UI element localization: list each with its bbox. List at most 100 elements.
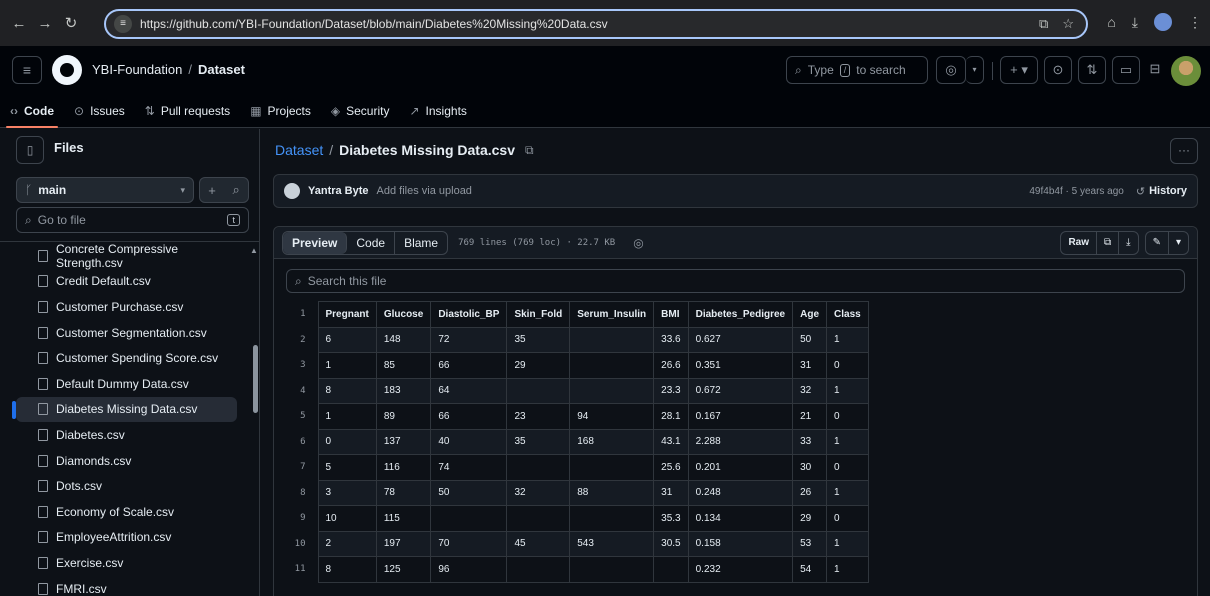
tab-pull-requests[interactable]: ⇅ Pull requests (135, 94, 240, 128)
file-item[interactable]: Diabetes.csv (0, 422, 248, 448)
tab-issues[interactable]: ⊙ Issues (64, 94, 135, 128)
table-cell: 197 (375, 530, 432, 557)
global-search-input[interactable]: ⌕ Type / to search (786, 56, 928, 84)
table-cell: 31 (792, 352, 828, 379)
line-number[interactable]: 4 (282, 378, 318, 404)
go-to-file-input[interactable]: ⌕ Go to file t (16, 207, 249, 233)
line-number[interactable]: 6 (282, 429, 318, 455)
commit-message[interactable]: Add files via upload (377, 185, 472, 197)
notifications-icon[interactable]: ▭ (1112, 56, 1140, 84)
line-number[interactable]: 7 (282, 455, 318, 481)
file-item[interactable]: EmployeeAttrition.csv (0, 525, 248, 551)
profile-avatar[interactable] (1154, 13, 1172, 31)
table-cell: 50 (792, 326, 828, 353)
table-cell: 5 (317, 454, 377, 481)
org-link[interactable]: YBI-Foundation (92, 62, 182, 77)
table-cell (569, 352, 655, 379)
tab-insights-label: Insights (425, 104, 467, 118)
tab-code[interactable]: ‹› Code (0, 94, 64, 128)
line-number[interactable]: 11 (282, 557, 318, 583)
user-avatar[interactable] (1171, 56, 1201, 86)
more-options-icon[interactable]: ··· (1170, 138, 1198, 164)
create-new-button[interactable]: + ▾ (1000, 56, 1038, 84)
search-file-input[interactable]: ⌕ Search this file (286, 269, 1185, 293)
tab-blame[interactable]: Blame (395, 232, 447, 254)
tab-insights[interactable]: ↗ Insights (399, 94, 476, 128)
chevron-down-icon[interactable]: ▾ (1169, 232, 1188, 254)
extensions-icon[interactable]: ⌂ (1107, 14, 1115, 30)
commit-author[interactable]: Yantra Byte (308, 185, 369, 197)
issues-icon[interactable]: ⊙ (1044, 56, 1072, 84)
file-name: FMRI.csv (56, 581, 107, 596)
line-number[interactable]: 9 (282, 506, 318, 532)
table-cell: 40 (430, 428, 508, 455)
csv-table: 1 Pregnant Glucose Diastolic_BP Skin_Fold Ser… (282, 301, 869, 583)
line-number[interactable]: 10 (282, 531, 318, 557)
file-item[interactable]: Credit Default.csv (0, 269, 248, 295)
github-logo-icon[interactable] (52, 55, 82, 85)
download-raw-icon[interactable]: ⤓ (1119, 232, 1137, 254)
table-cell: 26.6 (653, 352, 689, 379)
copilot-icon[interactable]: ◎ (633, 236, 643, 250)
hamburger-menu-icon[interactable]: ≡ (12, 56, 42, 84)
tab-preview[interactable]: Preview (283, 231, 348, 254)
line-number[interactable]: 1 (282, 302, 318, 328)
search-files-icon[interactable]: ⌕ (232, 182, 239, 198)
copy-path-icon[interactable]: ⧉ (525, 143, 534, 158)
column-header: Serum_Insulin (569, 301, 655, 328)
sidebar-scrollbar[interactable] (253, 345, 258, 413)
table-cell: 115 (375, 505, 432, 532)
site-info-icon[interactable]: ≡ (114, 15, 132, 33)
file-item[interactable]: FMRI.csv (0, 576, 248, 596)
commit-meta[interactable]: 49f4b4f · 5 years ago (1029, 186, 1124, 197)
history-button[interactable]: History (1149, 185, 1187, 197)
file-item[interactable]: Concrete Compressive Strength.csv (0, 242, 248, 270)
file-name: Exercise.csv (56, 555, 124, 570)
install-app-icon[interactable]: ⧉ (1039, 16, 1048, 32)
file-item[interactable]: Customer Segmentation.csv (0, 320, 248, 346)
pull-requests-icon[interactable]: ⇅ (1078, 56, 1106, 84)
author-avatar[interactable] (284, 183, 300, 199)
browser-menu-icon[interactable]: ⋮ (1188, 14, 1202, 31)
copilot-dropdown-icon[interactable]: ▾ (966, 56, 984, 84)
download-icon[interactable]: ⤓ (1132, 14, 1138, 31)
table-cell: 30.5 (653, 530, 689, 557)
collapse-panel-icon[interactable]: ▯ (16, 136, 44, 164)
line-number[interactable]: 5 (282, 404, 318, 430)
file-icon (38, 480, 48, 493)
path-repo-link[interactable]: Dataset (275, 142, 323, 158)
back-icon[interactable]: ← (6, 15, 32, 32)
file-item[interactable]: Customer Spending Score.csv (0, 345, 248, 371)
file-name: Default Dummy Data.csv (56, 376, 189, 391)
raw-button[interactable]: Raw (1061, 231, 1098, 254)
repo-link[interactable]: Dataset (198, 62, 245, 77)
forward-icon[interactable]: → (32, 15, 58, 32)
file-list: Concrete Compressive Strength.csv Credit… (0, 242, 248, 596)
table-cell: 8 (317, 556, 377, 583)
address-bar[interactable]: ≡ https://github.com/YBI-Foundation/Data… (104, 9, 1088, 39)
edit-pencil-icon[interactable]: ✎ (1146, 231, 1169, 254)
copy-raw-icon[interactable]: ⧉ (1097, 231, 1120, 254)
url-text[interactable]: https://github.com/YBI-Foundation/Datase… (140, 17, 608, 31)
file-item[interactable]: Economy of Scale.csv (0, 499, 248, 525)
tab-projects[interactable]: ▦ Projects (240, 94, 321, 128)
file-item[interactable]: Customer Purchase.csv (0, 294, 248, 320)
line-number[interactable]: 8 (282, 480, 318, 506)
tab-code-view[interactable]: Code (347, 231, 396, 254)
scroll-up-icon[interactable]: ▲ (250, 246, 258, 255)
file-item-active[interactable]: Diabetes Missing Data.csv (12, 396, 237, 423)
branch-selector[interactable]: ᚴ main ▾ (16, 177, 194, 203)
line-number[interactable]: 2 (282, 327, 318, 353)
file-item[interactable]: Default Dummy Data.csv (0, 371, 248, 397)
file-item[interactable]: Diamonds.csv (0, 448, 248, 474)
inbox-icon[interactable]: ⊟ (1144, 56, 1166, 84)
copilot-button[interactable]: ◎ (936, 56, 966, 84)
file-item[interactable]: Exercise.csv (0, 550, 248, 576)
file-item[interactable]: Dots.csv (0, 473, 248, 499)
tab-security[interactable]: ◈ Security (321, 94, 400, 128)
add-file-icon[interactable]: + (208, 183, 216, 198)
bookmark-star-icon[interactable]: ☆ (1062, 16, 1074, 32)
line-number[interactable]: 3 (282, 353, 318, 379)
reload-icon[interactable]: ↻ (58, 14, 84, 32)
table-cell: 0.351 (687, 352, 794, 379)
